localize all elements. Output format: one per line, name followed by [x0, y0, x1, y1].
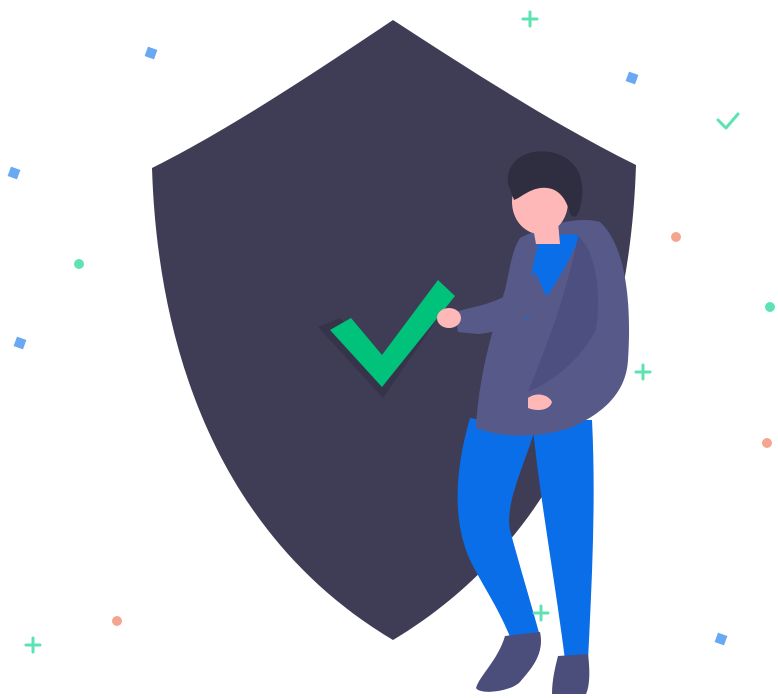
confetti-dot: [112, 616, 122, 626]
confetti-dot: [762, 438, 772, 448]
confetti-square: [7, 166, 21, 180]
person-hand: [437, 308, 461, 328]
confetti-plus: [521, 10, 539, 28]
person-shoe-back: [552, 654, 590, 694]
confetti-dot: [671, 232, 681, 242]
person-shoe-front: [476, 632, 541, 692]
confetti-dot: [765, 302, 775, 312]
confetti-plus: [24, 636, 42, 654]
confetti-dot: [74, 259, 84, 269]
confetti-plus: [532, 604, 550, 622]
confetti-plus: [634, 363, 652, 381]
confetti-square: [13, 336, 27, 350]
confetti-square: [144, 46, 158, 60]
security-illustration: [7, 10, 775, 694]
confetti-square: [625, 71, 639, 85]
illustration-canvas: [0, 0, 778, 698]
confetti-check-icon: [716, 112, 740, 130]
confetti-square: [714, 632, 728, 646]
person-leg-back: [532, 420, 594, 660]
